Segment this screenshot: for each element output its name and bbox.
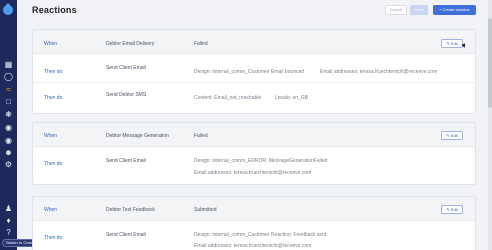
- action-name: Send Client Email: [106, 158, 146, 164]
- action-name: Send Client Email: [106, 65, 146, 71]
- reaction-card: When Debtor Email Delivery Failed ✎ Edit…: [32, 29, 476, 114]
- action-email-addresses: Email addresses: teresa.fruechtenicht@re…: [194, 170, 312, 176]
- group-icon[interactable]: ☻: [4, 148, 13, 157]
- then-do-label: Then do: [44, 69, 63, 75]
- globe-icon[interactable]: ◯: [4, 72, 13, 81]
- action-email-addresses: Email addresses: teresa.fruechtenicht@re…: [194, 243, 312, 249]
- bell-icon[interactable]: ♦: [4, 216, 13, 225]
- action-content: Content: Email_not_reachable: [194, 95, 262, 101]
- location-icon[interactable]: ◉: [4, 136, 13, 145]
- help-icon[interactable]: ?: [4, 228, 13, 237]
- reaction-card-header: [33, 123, 475, 147]
- edit-button[interactable]: ✎ Edit: [441, 205, 463, 214]
- then-do-label: Then do: [44, 235, 63, 241]
- dashboard-icon[interactable]: ▦: [4, 60, 13, 69]
- when-label: When: [44, 207, 58, 213]
- create-reaction-button[interactable]: + Create reaction: [433, 5, 476, 15]
- action-design: Design: internal_comm_Customer Email bou…: [194, 69, 305, 75]
- action-design: Design: internal_comm_Customer Reaction:…: [194, 232, 327, 238]
- trigger-name: Debtor Text Feedback: [106, 207, 155, 213]
- user-icon[interactable]: ♟: [4, 204, 13, 213]
- trigger-status: Submitted: [194, 207, 217, 213]
- settings-icon[interactable]: ⚙: [4, 160, 13, 169]
- trigger-status: Failed: [194, 41, 208, 47]
- page-title: Reactions: [32, 5, 77, 15]
- trigger-name: Debtor Email Delivery: [106, 41, 155, 47]
- trigger-status: Failed: [194, 133, 208, 139]
- reaction-card-header: [33, 197, 475, 221]
- edit-button[interactable]: ✎ Edit: [441, 39, 463, 48]
- action-design: Design: internal_comm_ERROR: MessageGene…: [194, 158, 328, 164]
- reaction-card-header: [33, 30, 475, 54]
- action-name: Send Client Email: [106, 232, 146, 238]
- action-locale: Locale: en_GB: [275, 95, 309, 101]
- edit-button[interactable]: ✎ Edit: [441, 131, 463, 140]
- logo-icon[interactable]: [0, 2, 16, 18]
- action-email-addresses: Email addresses: teresa.fruechtenicht@re…: [320, 69, 438, 75]
- activity-icon[interactable]: ≈: [4, 85, 13, 94]
- when-label: When: [44, 41, 58, 47]
- action-name: Send Debtor SMS: [106, 92, 147, 98]
- cancel-button[interactable]: Cancel: [385, 5, 407, 15]
- then-do-label: Then do: [44, 161, 63, 167]
- files-icon[interactable]: □: [4, 97, 13, 106]
- group-icon[interactable]: ◉: [4, 123, 13, 132]
- reaction-card: When Debtor Message Generation Failed ✎ …: [32, 122, 476, 185]
- save-button[interactable]: Save: [410, 5, 428, 15]
- action-row-divider: [33, 82, 475, 83]
- sidebar: ▦ ◯ ≈ □ ❋ ◉ ◉ ☻ ⚙ ♟ ♦ ? Switch to Custom…: [0, 0, 45, 250]
- network-icon[interactable]: ❋: [4, 110, 13, 119]
- then-do-label: Then do: [44, 95, 63, 101]
- reaction-card: When Debtor Text Feedback Submitted ✎ Ed…: [32, 196, 476, 250]
- scrollbar-thumb[interactable]: [488, 18, 492, 108]
- when-label: When: [44, 133, 58, 139]
- trigger-name: Debtor Message Generation: [106, 133, 169, 139]
